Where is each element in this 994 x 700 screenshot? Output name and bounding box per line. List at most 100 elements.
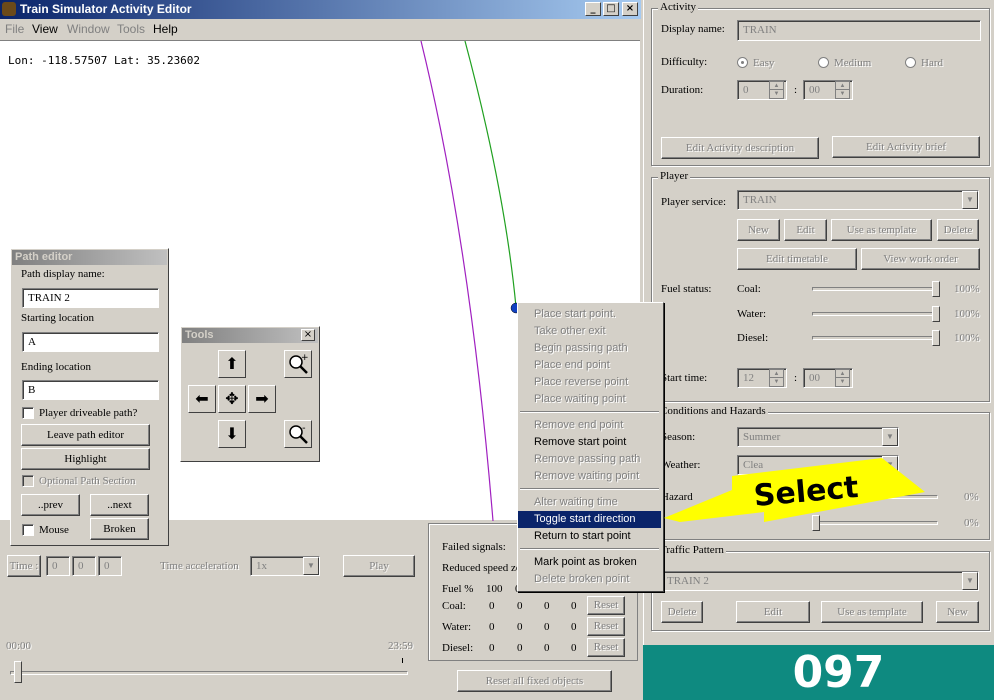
path-editor-titlebar[interactable]: Path editor — [12, 250, 167, 265]
start-minutes-spinner[interactable]: ▲ ▼ — [835, 369, 850, 387]
context-menu-item[interactable]: Place start point. — [518, 306, 661, 323]
context-menu-item[interactable]: Place reverse point — [518, 374, 661, 391]
view-work-order-button[interactable]: View work order — [861, 248, 980, 270]
menu-file[interactable]: File — [5, 22, 24, 36]
display-name-input[interactable]: TRAIN — [737, 20, 981, 41]
time-slider-thumb[interactable] — [14, 661, 22, 683]
player-use-template-button[interactable]: Use as template — [831, 219, 932, 241]
duration-hours-spinner[interactable]: ▲ ▼ — [769, 81, 784, 99]
context-menu-item[interactable]: Begin passing path — [518, 340, 661, 357]
edit-timetable-button[interactable]: Edit timetable — [737, 248, 857, 270]
coal-reset-button[interactable]: Reset — [587, 596, 625, 615]
pan-up-button[interactable]: ⬆ — [218, 350, 246, 378]
pan-right-button[interactable]: ➡ — [248, 385, 276, 413]
player-group-label: Player — [658, 170, 691, 182]
difficulty-medium-radio[interactable] — [818, 57, 829, 68]
next-button[interactable]: ..next — [90, 494, 149, 516]
main-titlebar[interactable]: Train Simulator Activity Editor _ □ × — [0, 0, 641, 19]
context-menu-item[interactable]: Delete broken point — [518, 571, 661, 588]
traffic-delete-button[interactable]: Delete — [661, 601, 703, 623]
menu-view[interactable]: View — [32, 22, 58, 36]
chevron-down-icon[interactable]: ▼ — [882, 428, 898, 446]
water-reset-button[interactable]: Reset — [587, 617, 625, 636]
chevron-down-icon[interactable]: ▼ — [962, 191, 978, 209]
player-diesel-label: Diesel: — [737, 332, 769, 344]
chevron-down-icon[interactable]: ▼ — [303, 557, 319, 575]
edit-activity-description-button[interactable]: Edit Activity description — [661, 137, 819, 159]
difficulty-hard-radio[interactable] — [905, 57, 916, 68]
stats-coal-v3: 0 — [544, 600, 550, 612]
leave-path-editor-button[interactable]: Leave path editor — [21, 424, 150, 446]
ending-location-input[interactable]: B — [22, 380, 159, 400]
player-delete-button[interactable]: Delete — [937, 219, 979, 241]
stats-water-v1: 0 — [489, 621, 495, 633]
menu-separator — [520, 411, 659, 413]
context-menu-item[interactable]: Place end point — [518, 357, 661, 374]
zoom-out-button[interactable]: - — [284, 420, 312, 448]
context-menu-item[interactable]: Remove start point — [518, 434, 661, 451]
player-new-button[interactable]: New — [737, 219, 780, 241]
difficulty-easy-label: Easy — [753, 57, 775, 69]
arrow-up-icon: ⬆ — [225, 354, 239, 373]
context-menu-item[interactable]: Remove end point — [518, 417, 661, 434]
player-driveable-checkbox[interactable] — [22, 407, 34, 419]
traffic-select[interactable]: TRAIN 2 — [661, 571, 979, 591]
stats-diesel-v3: 0 — [544, 642, 550, 654]
traffic-new-button[interactable]: New — [936, 601, 979, 623]
menu-window[interactable]: Window — [67, 22, 110, 36]
menu-bar: File View Window Tools Help — [0, 20, 641, 39]
time-slider-track[interactable] — [10, 671, 408, 675]
season-select[interactable]: Summer — [737, 427, 899, 447]
player-service-select[interactable]: TRAIN — [737, 190, 979, 210]
prev-button[interactable]: ..prev — [21, 494, 80, 516]
mouse-label: Mouse — [39, 524, 69, 536]
time-button[interactable]: Time : — [7, 555, 41, 577]
pan-down-button[interactable]: ⬇ — [218, 420, 246, 448]
path-display-name-input[interactable]: TRAIN 2 — [22, 288, 159, 308]
ending-location-label: Ending location — [21, 361, 91, 373]
duration-minutes-spinner[interactable]: ▲ ▼ — [835, 81, 850, 99]
center-button[interactable]: ✥ — [218, 385, 246, 413]
menu-help[interactable]: Help — [153, 22, 178, 36]
failed-signals-label: Failed signals: — [442, 541, 506, 553]
start-hours-spinner[interactable]: ▲ ▼ — [769, 369, 784, 387]
difficulty-easy-radio[interactable] — [737, 57, 748, 68]
tools-close-button[interactable]: × — [301, 329, 315, 341]
water-slider-thumb[interactable] — [932, 306, 940, 322]
context-menu-item[interactable]: Place waiting point — [518, 391, 661, 408]
diesel-slider-track[interactable] — [812, 336, 938, 340]
svg-text:+: + — [301, 353, 309, 363]
traffic-use-template-button[interactable]: Use as template — [821, 601, 923, 623]
tools-titlebar[interactable]: Tools — [182, 328, 318, 343]
context-menu-item[interactable]: Mark point as broken — [518, 554, 661, 571]
diesel-slider-thumb[interactable] — [932, 330, 940, 346]
coal-slider-thumb[interactable] — [932, 281, 940, 297]
player-edit-button[interactable]: Edit — [784, 219, 827, 241]
zoom-in-button[interactable]: + — [284, 350, 312, 378]
coal-slider-track[interactable] — [812, 287, 938, 291]
chevron-down-icon[interactable]: ▼ — [962, 572, 978, 590]
reset-all-button[interactable]: Reset all fixed objects — [457, 670, 612, 692]
move-icon: ✥ — [225, 389, 239, 408]
traffic-group-label: Traffic Pattern — [658, 544, 726, 556]
close-button[interactable]: × — [622, 2, 638, 16]
traffic-edit-button[interactable]: Edit — [736, 601, 810, 623]
time-hours[interactable]: 0 — [46, 556, 70, 576]
optional-path-checkbox[interactable] — [22, 475, 34, 487]
water-slider-track[interactable] — [812, 312, 938, 316]
broken-button[interactable]: Broken — [90, 518, 149, 540]
starting-location-input[interactable]: A — [22, 332, 159, 352]
time-minutes[interactable]: 0 — [72, 556, 96, 576]
mouse-checkbox[interactable] — [22, 524, 34, 536]
menu-tools[interactable]: Tools — [117, 22, 145, 36]
highlight-button[interactable]: Highlight — [21, 448, 150, 470]
play-button[interactable]: Play — [343, 555, 415, 577]
maximize-button[interactable]: □ — [603, 2, 619, 16]
edit-activity-brief-button[interactable]: Edit Activity brief — [832, 136, 980, 158]
pan-left-button[interactable]: ⬅ — [188, 385, 216, 413]
time-seconds[interactable]: 0 — [98, 556, 122, 576]
context-menu-item[interactable]: Take other exit — [518, 323, 661, 340]
minimize-button[interactable]: _ — [585, 2, 601, 16]
diesel-reset-button[interactable]: Reset — [587, 638, 625, 657]
context-menu-item[interactable]: Return to start point — [518, 528, 661, 545]
